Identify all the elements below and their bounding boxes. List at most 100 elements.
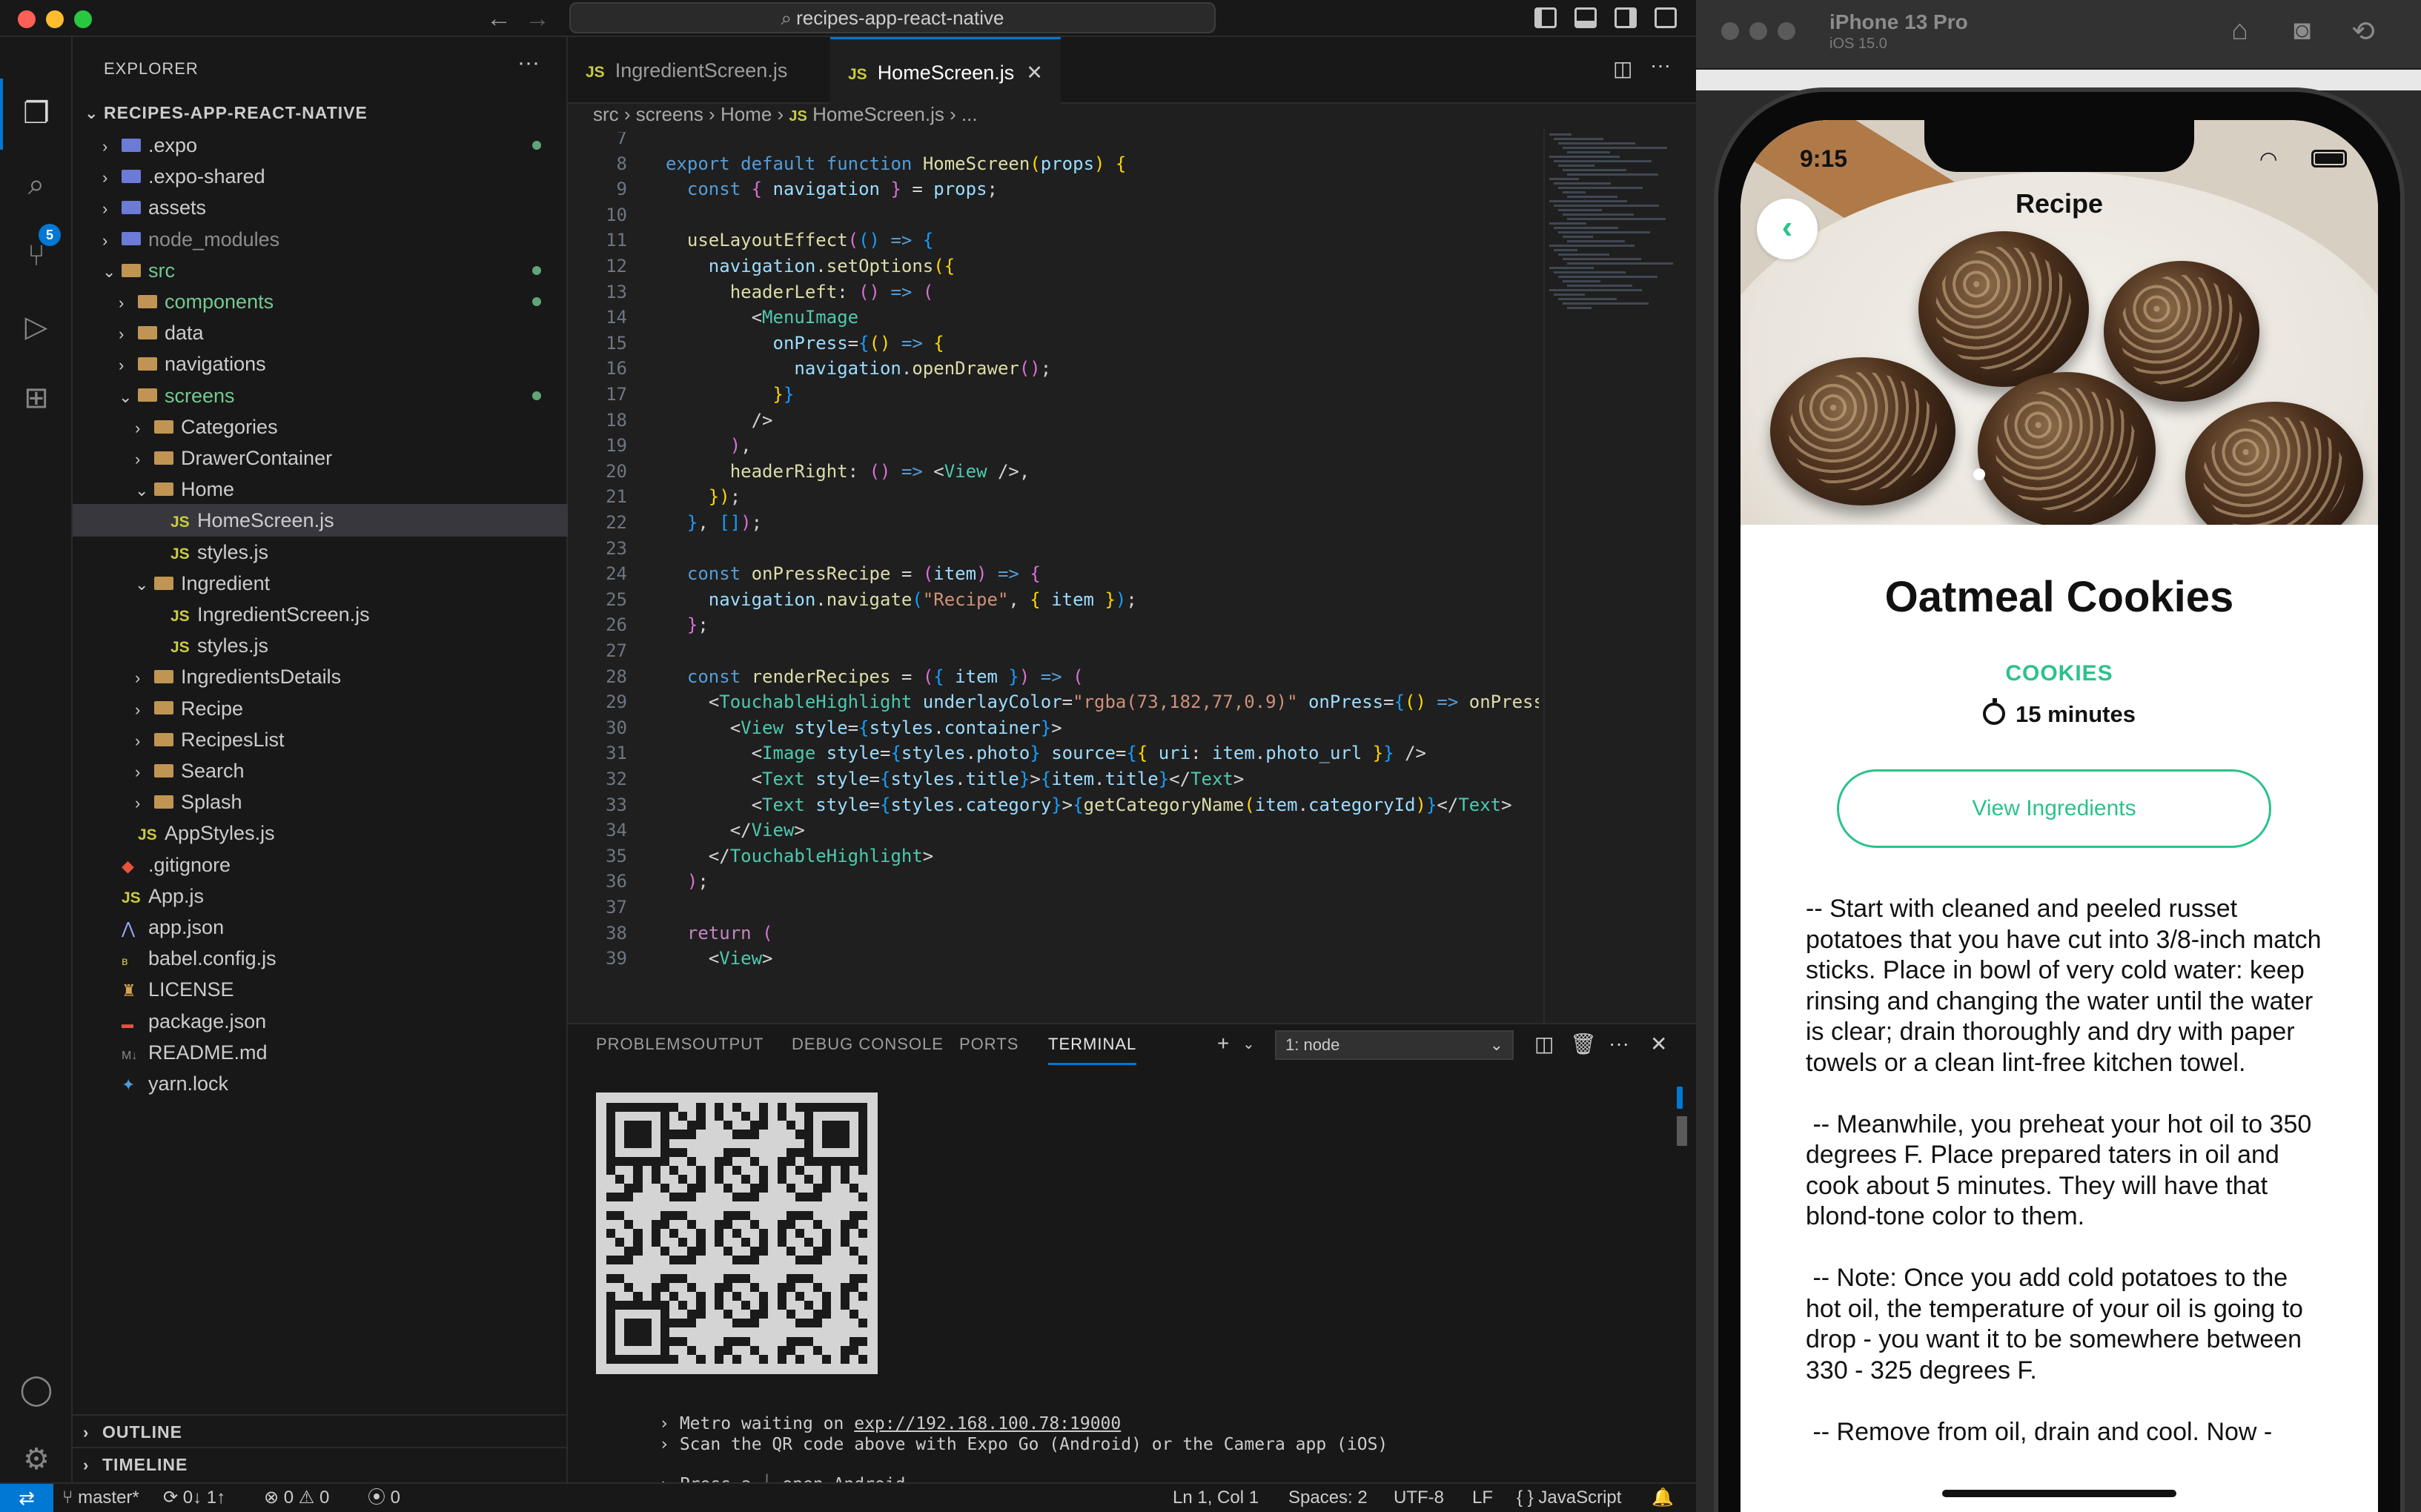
forward-arrow-icon[interactable]: →: [525, 4, 550, 33]
carousel-dot[interactable]: [1973, 468, 1985, 480]
panel-tab[interactable]: TERMINAL: [1048, 1035, 1137, 1065]
tree-item[interactable]: › IngredientsDetails: [73, 660, 568, 693]
maximize-window-button[interactable]: [1778, 22, 1795, 40]
notifications-bell-icon[interactable]: 🔔: [1652, 1484, 1674, 1512]
back-arrow-icon[interactable]: ←: [486, 4, 511, 33]
tree-item[interactable]: JS IngredientScreen.js: [73, 598, 568, 631]
indentation[interactable]: Spaces: 2: [1288, 1484, 1368, 1512]
tree-item[interactable]: ▬ package.json: [73, 1005, 568, 1038]
chevron-down-icon[interactable]: ⌄: [1242, 1035, 1255, 1053]
tree-item[interactable]: ✦ yarn.lock: [73, 1067, 568, 1100]
tree-item[interactable]: ⋀ app.json: [73, 911, 568, 944]
tree-item[interactable]: ⌄ Home: [73, 473, 568, 505]
breadcrumb-symbol[interactable]: ...: [961, 103, 978, 125]
tree-item[interactable]: JS styles.js: [73, 629, 568, 662]
tree-item[interactable]: › RecipesList: [73, 723, 568, 756]
tree-item[interactable]: JS styles.js: [73, 536, 568, 568]
tree-item[interactable]: ⌄ src: [73, 254, 568, 287]
settings-gear-icon[interactable]: ⚙: [18, 1441, 55, 1478]
more-actions-icon[interactable]: ···: [1609, 1032, 1629, 1055]
trash-icon[interactable]: 🗑: [1570, 1032, 1597, 1056]
tree-item[interactable]: ⌄ screens: [73, 379, 568, 412]
cursor-position[interactable]: Ln 1, Col 1: [1173, 1484, 1259, 1512]
panel-tab[interactable]: PROBLEMS: [596, 1035, 692, 1054]
tree-item[interactable]: JS AppStyles.js: [73, 817, 568, 849]
close-window-button[interactable]: [18, 10, 36, 28]
tree-item[interactable]: › .expo: [73, 129, 568, 162]
root-folder[interactable]: ⌄ RECIPES-APP-REACT-NATIVE: [73, 96, 568, 129]
view-ingredients-button[interactable]: View Ingredients: [1837, 769, 2271, 848]
minimize-window-button[interactable]: [1749, 22, 1767, 40]
terminal-scrollbar[interactable]: [1677, 1116, 1687, 1146]
toggle-panel-icon[interactable]: [1574, 7, 1597, 28]
split-terminal-icon[interactable]: ◫: [1534, 1032, 1554, 1056]
outline-section[interactable]: › OUTLINE: [73, 1414, 568, 1447]
toggle-secondary-sidebar-icon[interactable]: [1614, 7, 1637, 28]
more-actions-icon[interactable]: ···: [517, 50, 540, 76]
maximize-window-button[interactable]: [74, 10, 92, 28]
run-debug-icon[interactable]: ▷: [18, 308, 55, 345]
breadcrumb-home[interactable]: Home: [721, 103, 772, 125]
tab-ingredientscreen[interactable]: JS IngredientScreen.js: [568, 37, 805, 104]
tree-item[interactable]: › Splash: [73, 786, 568, 818]
tree-item[interactable]: › DrawerContainer: [73, 442, 568, 474]
tree-item[interactable]: M↓ README.md: [73, 1036, 568, 1069]
tree-item[interactable]: › node_modules: [73, 223, 568, 256]
close-window-button[interactable]: [1721, 22, 1739, 40]
breadcrumb-screens[interactable]: screens: [636, 103, 703, 125]
minimap-line: [1549, 222, 1586, 225]
terminal-select[interactable]: 1: node ⌄: [1275, 1030, 1514, 1060]
command-center-search[interactable]: ⌕ recipes-app-react-native: [569, 2, 1216, 33]
search-icon[interactable]: ⌕: [18, 166, 55, 203]
close-tab-icon[interactable]: ✕: [1026, 62, 1043, 84]
language-mode[interactable]: { } JavaScript: [1517, 1484, 1621, 1512]
home-indicator[interactable]: [1942, 1490, 2176, 1497]
tab-homescreen[interactable]: JS HomeScreen.js ✕: [830, 37, 1061, 104]
line-ending[interactable]: LF: [1472, 1484, 1493, 1512]
close-panel-icon[interactable]: ✕: [1650, 1032, 1667, 1056]
rotate-icon[interactable]: ⟲: [2351, 15, 2375, 48]
new-terminal-icon[interactable]: +: [1217, 1032, 1229, 1055]
toggle-sidebar-icon[interactable]: [1534, 7, 1557, 28]
minimap[interactable]: [1543, 129, 1696, 1026]
tree-item[interactable]: › .expo-shared: [73, 160, 568, 193]
screenshot-icon[interactable]: ◙: [2294, 15, 2311, 47]
tree-item[interactable]: › Categories: [73, 411, 568, 443]
tree-item[interactable]: JS HomeScreen.js: [73, 504, 568, 537]
extensions-icon[interactable]: ⊞: [18, 379, 55, 417]
tree-item[interactable]: ♜ LICENSE: [73, 973, 568, 1006]
back-button[interactable]: ‹: [1757, 199, 1818, 259]
recipe-photo[interactable]: [1741, 120, 2378, 525]
tree-item[interactable]: › navigations: [73, 348, 568, 380]
tree-item[interactable]: ◆ .gitignore: [73, 849, 568, 881]
more-actions-icon[interactable]: ···: [1650, 53, 1671, 77]
explorer-icon[interactable]: ❐: [18, 95, 55, 132]
remote-icon[interactable]: ⇄: [0, 1484, 53, 1512]
tree-item[interactable]: JS App.js: [73, 880, 568, 912]
split-editor-icon[interactable]: ◫: [1613, 56, 1632, 81]
home-icon[interactable]: ⌂: [2231, 15, 2248, 47]
tree-item[interactable]: › Search: [73, 755, 568, 787]
recipe-category[interactable]: COOKIES: [1741, 661, 2378, 686]
ports-status[interactable]: ⦿ 0: [368, 1484, 400, 1512]
panel-tab[interactable]: PORTS: [959, 1035, 1019, 1054]
tree-item[interactable]: › Recipe: [73, 692, 568, 725]
panel-tab[interactable]: OUTPUT: [692, 1035, 764, 1054]
breadcrumb-file[interactable]: HomeScreen.js: [812, 103, 944, 125]
encoding[interactable]: UTF-8: [1394, 1484, 1444, 1512]
sync-status[interactable]: ⟳ 0↓ 1↑: [163, 1484, 225, 1512]
timeline-section[interactable]: › TIMELINE: [73, 1447, 568, 1479]
account-icon[interactable]: ◯: [18, 1371, 55, 1408]
minimize-window-button[interactable]: [46, 10, 64, 28]
panel-tab[interactable]: DEBUG CONSOLE: [792, 1035, 944, 1054]
tree-item[interactable]: › assets: [73, 191, 568, 224]
branch-status[interactable]: ⑂ master*: [62, 1484, 139, 1512]
code-editor[interactable]: 7 8 export default function HomeScreen(pro…: [568, 132, 1539, 1021]
tree-item[interactable]: › components: [73, 285, 568, 318]
tree-item[interactable]: ⌄ Ingredient: [73, 567, 568, 600]
customize-layout-icon[interactable]: [1655, 7, 1677, 28]
tree-item[interactable]: ʙ babel.config.js: [73, 942, 568, 975]
tree-item[interactable]: › data: [73, 316, 568, 349]
breadcrumb-src[interactable]: src: [593, 103, 619, 125]
problems-status[interactable]: ⊗ 0 ⚠ 0: [264, 1484, 329, 1512]
